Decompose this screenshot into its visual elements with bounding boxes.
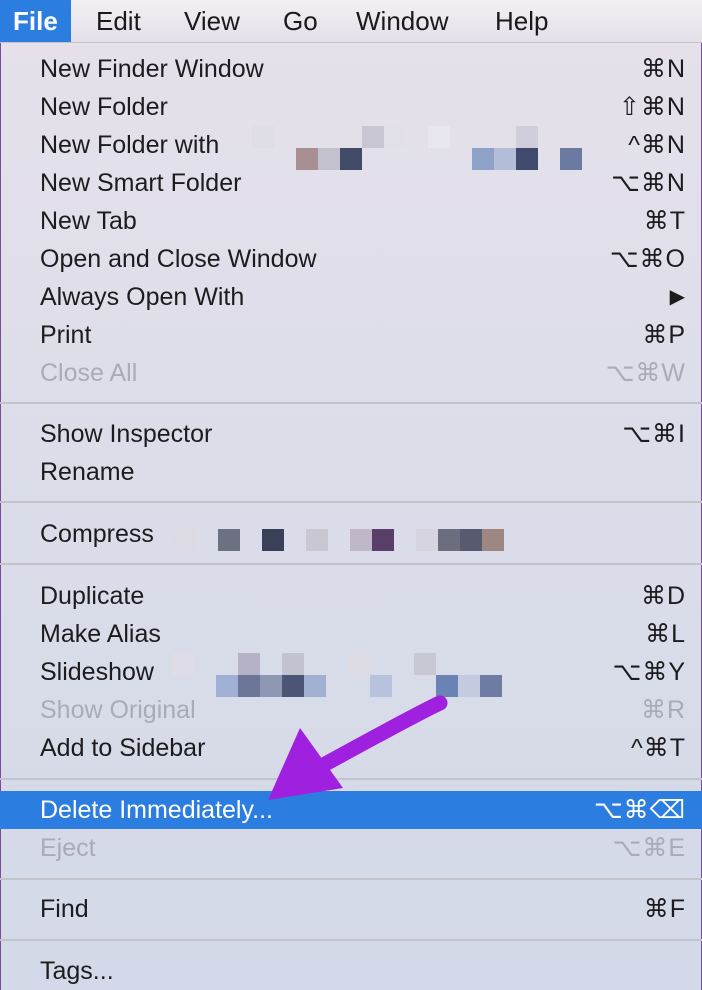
menu-bar: File Edit View Go Window Help bbox=[0, 0, 702, 43]
menu-item-slideshow[interactable]: Slideshow ⌥⌘Y bbox=[0, 653, 702, 697]
menu-separator bbox=[0, 402, 702, 404]
menu-item-close-all: Close All ⌥⌘W bbox=[0, 354, 702, 392]
menu-item-new-folder[interactable]: New Folder ⇧⌘N bbox=[0, 88, 702, 126]
menu-item-delete-immediately[interactable]: Delete Immediately... ⌥⌘⌫ bbox=[0, 791, 702, 829]
menu-item-open-and-close-window[interactable]: Open and Close Window ⌥⌘O bbox=[0, 240, 702, 278]
menu-item-label: Find bbox=[40, 895, 89, 923]
menu-item-label: Delete Immediately... bbox=[40, 796, 273, 824]
menu-item-label: Tags... bbox=[40, 957, 114, 985]
menu-item-label: Show Original bbox=[40, 696, 196, 724]
menu-separator bbox=[0, 878, 702, 880]
menu-item-shortcut: ⌘P bbox=[642, 321, 686, 349]
submenu-arrow-icon: ▶ bbox=[669, 286, 686, 308]
menu-item-label: Add to Sidebar bbox=[40, 734, 206, 762]
menu-item-shortcut: ^⌘T bbox=[630, 734, 686, 762]
menu-item-label: Print bbox=[40, 321, 92, 349]
file-menu-dropdown: New Finder Window ⌘N New Folder ⇧⌘N New … bbox=[0, 42, 702, 990]
menu-item-label: New Tab bbox=[40, 207, 137, 235]
menu-separator bbox=[0, 939, 702, 941]
menu-item-new-smart-folder[interactable]: New Smart Folder ⌥⌘N bbox=[0, 164, 702, 202]
menu-item-shortcut: ⌥⌘N bbox=[611, 169, 686, 197]
menu-item-label: Compress bbox=[40, 520, 154, 548]
menu-view[interactable]: View bbox=[171, 0, 253, 42]
menu-item-print[interactable]: Print ⌘P bbox=[0, 316, 702, 354]
menu-item-shortcut: ⌥⌘I bbox=[622, 420, 686, 448]
menu-item-shortcut: ^⌘N bbox=[628, 131, 686, 159]
menu-item-shortcut: ⌥⌘O bbox=[609, 245, 686, 273]
menu-item-label: New Folder bbox=[40, 93, 168, 121]
menu-file[interactable]: File bbox=[0, 0, 71, 42]
menu-go[interactable]: Go bbox=[270, 0, 331, 42]
menu-item-make-alias[interactable]: Make Alias ⌘L bbox=[0, 615, 702, 653]
menu-item-shortcut: ⌥⌘W bbox=[605, 359, 686, 387]
menu-item-shortcut: ⌥⌘⌫ bbox=[593, 796, 686, 824]
menu-item-label: Rename bbox=[40, 458, 135, 486]
menu-item-eject: Eject ⌥⌘E bbox=[0, 829, 702, 867]
menu-item-label: New Folder with bbox=[40, 131, 220, 159]
menu-item-shortcut: ⇧⌘N bbox=[618, 93, 686, 121]
menu-item-new-tab[interactable]: New Tab ⌘T bbox=[0, 202, 702, 240]
menu-item-shortcut: ⌥⌘E bbox=[612, 834, 686, 862]
menu-item-new-finder-window[interactable]: New Finder Window ⌘N bbox=[0, 50, 702, 88]
menu-item-show-inspector[interactable]: Show Inspector ⌥⌘I bbox=[0, 415, 702, 453]
menu-item-always-open-with[interactable]: Always Open With ▶ bbox=[0, 278, 702, 316]
menu-item-rename[interactable]: Rename bbox=[0, 453, 702, 491]
menu-item-add-to-sidebar[interactable]: Add to Sidebar ^⌘T bbox=[0, 729, 702, 767]
menu-item-shortcut: ⌘D bbox=[640, 582, 686, 610]
menu-item-label: Slideshow bbox=[40, 658, 154, 686]
menu-item-compress[interactable]: Compress bbox=[0, 515, 702, 553]
menu-item-label: Show Inspector bbox=[40, 420, 213, 448]
menu-separator bbox=[0, 501, 702, 503]
menu-item-new-folder-with[interactable]: New Folder with ^⌘N bbox=[0, 126, 702, 170]
menu-item-duplicate[interactable]: Duplicate ⌘D bbox=[0, 577, 702, 615]
menu-item-label: Make Alias bbox=[40, 620, 161, 648]
menu-item-shortcut: ⌘R bbox=[640, 696, 686, 724]
menu-help[interactable]: Help bbox=[482, 0, 561, 42]
menu-item-shortcut: ⌘T bbox=[643, 207, 686, 235]
menu-window[interactable]: Window bbox=[343, 0, 461, 42]
menu-item-label: Duplicate bbox=[40, 582, 145, 610]
menu-item-shortcut: ⌘F bbox=[643, 895, 686, 923]
menu-separator bbox=[0, 563, 702, 565]
menu-item-tags[interactable]: Tags... bbox=[0, 952, 702, 990]
menu-edit[interactable]: Edit bbox=[83, 0, 154, 42]
menu-item-shortcut: ⌘N bbox=[640, 55, 686, 83]
menu-item-show-original: Show Original ⌘R bbox=[0, 691, 702, 729]
menu-item-label: Open and Close Window bbox=[40, 245, 317, 273]
menu-separator bbox=[0, 778, 702, 780]
menu-item-shortcut: ⌘L bbox=[645, 620, 686, 648]
menu-item-label: New Finder Window bbox=[40, 55, 264, 83]
menu-item-label: Close All bbox=[40, 359, 138, 387]
menu-item-shortcut: ⌥⌘Y bbox=[612, 658, 686, 686]
menu-item-label: Always Open With bbox=[40, 283, 245, 311]
menu-item-label: Eject bbox=[40, 834, 96, 862]
menu-item-find[interactable]: Find ⌘F bbox=[0, 890, 702, 928]
menu-item-label: New Smart Folder bbox=[40, 169, 242, 197]
